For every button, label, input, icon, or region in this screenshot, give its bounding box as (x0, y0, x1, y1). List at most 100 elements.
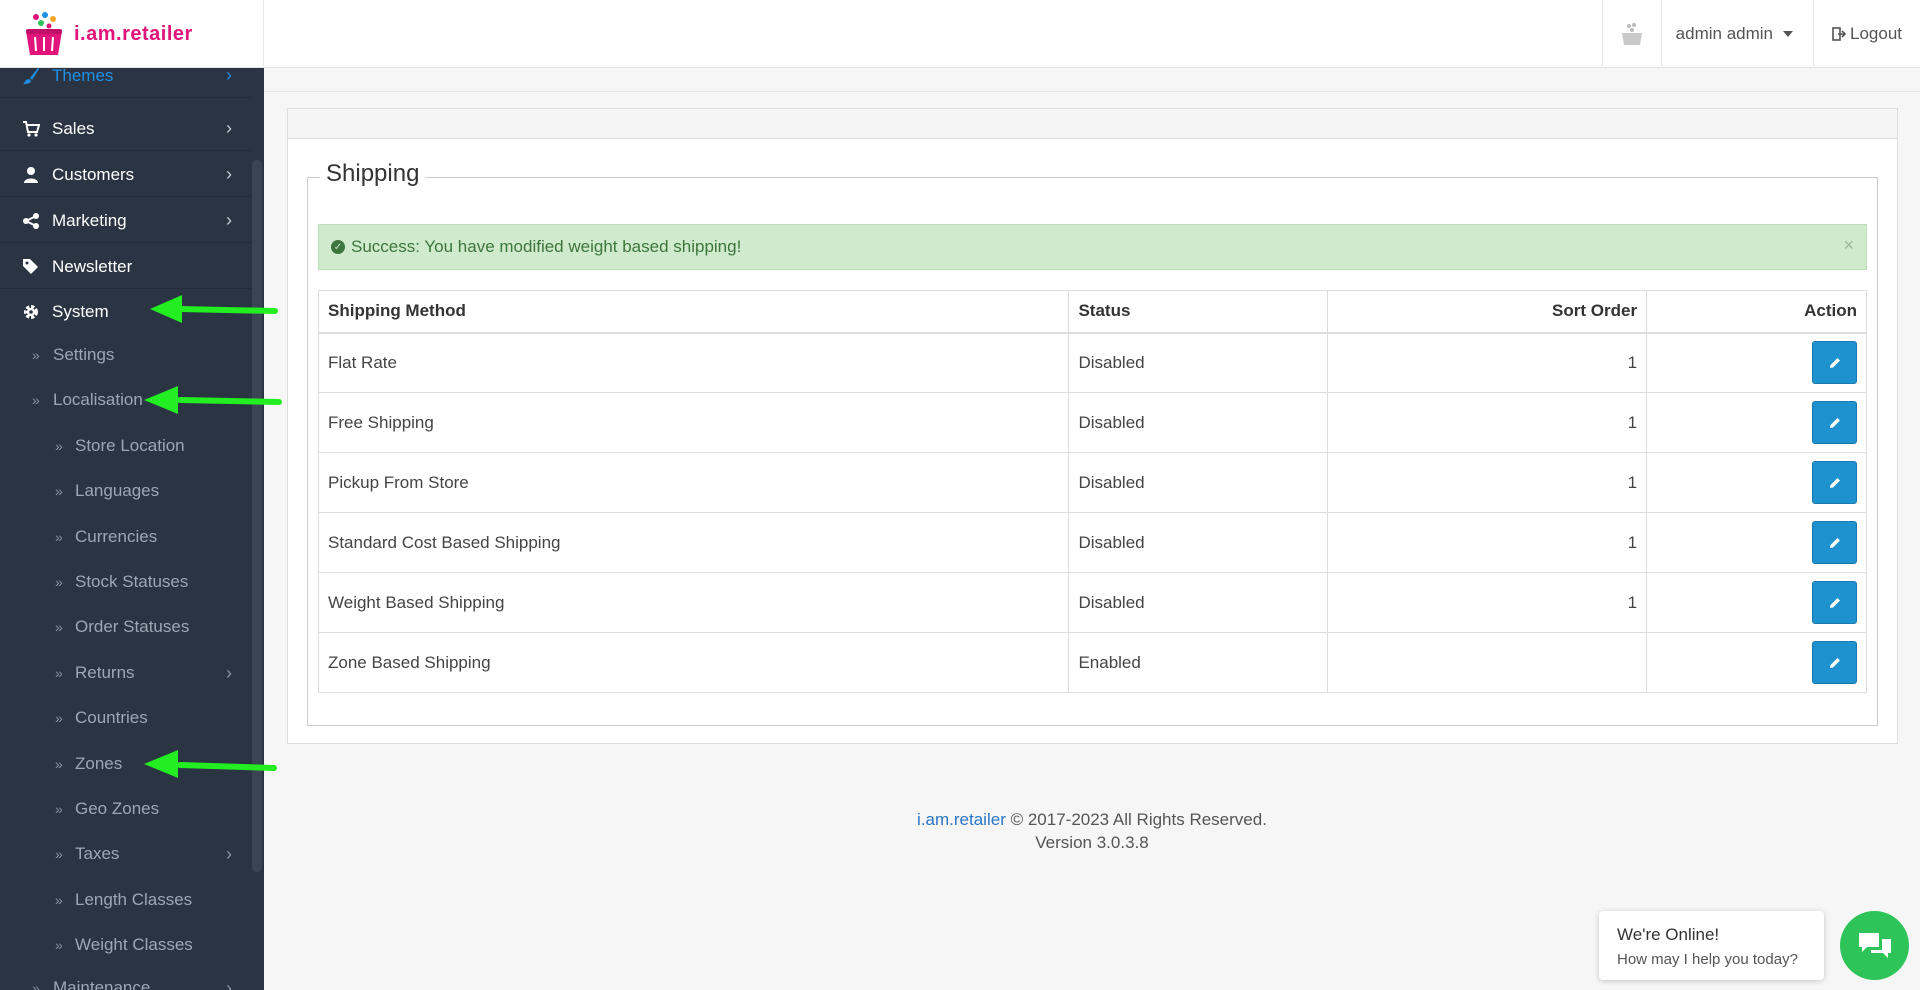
chat-launcher-button[interactable] (1840, 911, 1909, 980)
sidebar-sub-taxes[interactable]: » Taxes › (0, 832, 252, 876)
cart-icon (22, 120, 40, 138)
chevron-right-icon: › (226, 164, 232, 184)
close-icon[interactable]: × (1843, 235, 1854, 256)
sign-out-icon (1832, 27, 1846, 41)
chevron-right-icon: › (226, 210, 232, 230)
double-chevron-icon: » (55, 665, 63, 681)
double-chevron-icon: » (55, 937, 63, 953)
footer: i.am.retailer © 2017-2023 All Rights Res… (264, 808, 1920, 854)
edit-button[interactable] (1812, 521, 1857, 564)
sidebar-item-customers[interactable]: Customers › (0, 153, 252, 197)
logout-link[interactable]: Logout (1813, 0, 1920, 68)
sidebar-item-label: Themes (52, 68, 114, 85)
sidebar-item-label: Sales (52, 118, 95, 138)
user-icon (22, 166, 40, 184)
sidebar-item-label: Marketing (52, 210, 127, 230)
chevron-right-icon: › (226, 662, 232, 683)
sidebar: Themes › Sales › Customers › Marketing ›… (0, 68, 264, 990)
alert-text: Success: You have modified weight based … (351, 237, 742, 256)
table-row: Pickup From Store Disabled 1 (317, 452, 1867, 513)
sidebar-sub-settings[interactable]: » Settings (0, 333, 252, 377)
table-row: Weight Based Shipping Disabled 1 (317, 572, 1867, 633)
panel-heading (288, 109, 1897, 139)
sidebar-sub-currencies[interactable]: » Currencies (0, 515, 252, 559)
footer-version: Version 3.0.3.8 (1035, 833, 1149, 852)
sidebar-sub-length-classes[interactable]: » Length Classes (0, 878, 252, 922)
table-row: Free Shipping Disabled 1 (317, 392, 1867, 453)
annotation-arrow-system (150, 295, 278, 323)
sidebar-item-sales[interactable]: Sales › (0, 107, 252, 151)
sidebar-sub-countries[interactable]: » Countries (0, 696, 252, 740)
user-menu[interactable]: admin admin (1660, 0, 1813, 68)
sidebar-sub-maintenance[interactable]: » Maintenance › (0, 966, 252, 990)
chat-icon (1858, 932, 1891, 958)
double-chevron-icon: » (55, 756, 63, 772)
edit-button[interactable] (1812, 401, 1857, 444)
double-chevron-icon: » (32, 980, 40, 990)
table-row: Zone Based Shipping Enabled (317, 632, 1867, 693)
sidebar-sub-store-location[interactable]: » Store Location (0, 424, 252, 468)
footer-copyright: © 2017-2023 All Rights Reserved. (1010, 810, 1267, 829)
table-header-row: Shipping Method Status Sort Order Action (317, 290, 1867, 334)
double-chevron-icon: » (55, 483, 63, 499)
pencil-icon (1829, 597, 1840, 608)
sidebar-sub-languages[interactable]: » Languages (0, 469, 252, 513)
chat-title: We're Online! (1617, 925, 1720, 944)
annotation-arrow-zones (144, 750, 277, 778)
pencil-icon (1829, 417, 1840, 428)
chevron-right-icon: › (226, 843, 232, 864)
top-header: i.am.retailer admin admin Logout (0, 0, 1920, 68)
double-chevron-icon: » (55, 801, 63, 817)
double-chevron-icon: » (55, 846, 63, 862)
double-chevron-icon: » (55, 438, 63, 454)
logo[interactable]: i.am.retailer (0, 0, 264, 68)
double-chevron-icon: » (55, 892, 63, 908)
double-chevron-icon: » (32, 392, 40, 408)
shipping-table: Shipping Method Status Sort Order Action… (317, 290, 1867, 693)
sidebar-sub-returns[interactable]: » Returns › (0, 651, 252, 695)
column-header-sort-order[interactable]: Sort Order (1327, 290, 1648, 334)
caret-down-icon (1783, 31, 1793, 37)
column-header-status[interactable]: Status (1068, 290, 1329, 334)
sidebar-sub-stock-statuses[interactable]: » Stock Statuses (0, 560, 252, 604)
column-header-method[interactable]: Shipping Method (317, 290, 1070, 334)
pencil-icon (1829, 537, 1840, 548)
sidebar-sub-order-statuses[interactable]: » Order Statuses (0, 605, 252, 649)
annotation-arrow-localisation (144, 386, 282, 414)
chat-greeting-bubble[interactable]: We're Online! How may I help you today? (1599, 911, 1824, 980)
column-header-action: Action (1646, 290, 1867, 334)
edit-button[interactable] (1812, 341, 1857, 385)
edit-button[interactable] (1812, 581, 1857, 624)
footer-brand-link[interactable]: i.am.retailer (917, 810, 1006, 829)
logout-label: Logout (1850, 24, 1902, 43)
double-chevron-icon: » (32, 347, 40, 363)
sidebar-item-marketing[interactable]: Marketing › (0, 199, 252, 243)
double-chevron-icon: » (55, 574, 63, 590)
page-header-strip (264, 68, 1920, 92)
double-chevron-icon: » (55, 710, 63, 726)
pencil-icon (1829, 657, 1840, 668)
user-name: admin admin (1675, 24, 1773, 43)
page-title: Shipping (320, 160, 426, 188)
brand-name: i.am.retailer (74, 22, 193, 45)
sidebar-item-label: Customers (52, 164, 135, 184)
double-chevron-icon: » (55, 619, 63, 635)
basket-icon (1621, 23, 1642, 45)
shipping-fieldset: Shipping ✓ Success: You have modified we… (307, 160, 1878, 726)
sidebar-item-newsletter[interactable]: Newsletter (0, 245, 252, 289)
sidebar-item-themes[interactable]: Themes › (0, 68, 252, 98)
store-basket-button[interactable] (1601, 0, 1661, 68)
share-icon (22, 212, 40, 230)
sidebar-sub-geo-zones[interactable]: » Geo Zones (0, 787, 252, 831)
success-alert: ✓ Success: You have modified weight base… (318, 224, 1867, 270)
pencil-icon (1829, 477, 1840, 488)
sidebar-item-label: System (52, 302, 109, 321)
table-row: Flat Rate Disabled 1 (317, 332, 1867, 393)
tags-icon (22, 258, 40, 276)
sidebar-item-label: Newsletter (52, 256, 133, 276)
edit-button[interactable] (1812, 461, 1857, 504)
shipping-panel: Shipping ✓ Success: You have modified we… (287, 108, 1898, 744)
edit-button[interactable] (1812, 641, 1857, 684)
pencil-icon (1829, 357, 1840, 368)
sidebar-sub-weight-classes[interactable]: » Weight Classes (0, 923, 252, 967)
